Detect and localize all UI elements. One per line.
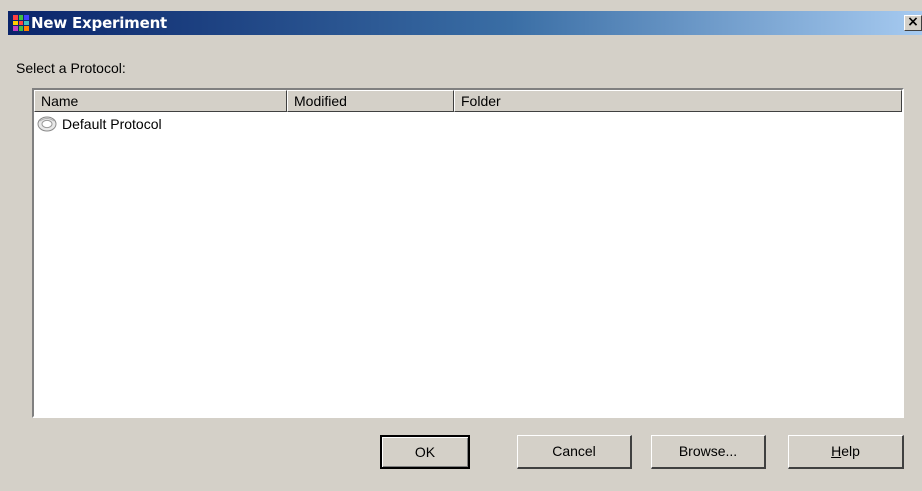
title-icon-cell <box>13 26 18 31</box>
protocol-list[interactable]: Name Modified Folder Default Protocol <box>32 88 904 418</box>
protocol-icon <box>36 115 58 133</box>
title-icon-cell <box>24 26 29 31</box>
ok-button[interactable]: OK <box>380 435 470 469</box>
title-icon-cell <box>18 15 24 20</box>
title-bar[interactable]: New Experiment × <box>8 11 922 35</box>
column-header-modified[interactable]: Modified <box>287 90 454 112</box>
help-button-label: Help <box>831 443 860 459</box>
list-rows: Default Protocol <box>34 114 902 134</box>
title-icon-cell <box>24 15 29 20</box>
title-icon-cell <box>24 20 29 26</box>
protocol-name: Default Protocol <box>62 116 162 132</box>
title-icon-cell <box>13 20 18 26</box>
list-item[interactable]: Default Protocol <box>34 114 902 134</box>
select-protocol-label: Select a Protocol: <box>16 60 126 76</box>
column-header-folder[interactable]: Folder <box>454 90 902 112</box>
title-icon-cell <box>18 20 24 26</box>
window-title: New Experiment <box>31 14 168 32</box>
column-header-name[interactable]: Name <box>34 90 287 112</box>
title-icon-cell <box>18 26 24 31</box>
new-experiment-dialog: New Experiment × Select a Protocol: Name… <box>0 0 922 491</box>
title-icon-cell <box>13 15 18 20</box>
close-button[interactable]: × <box>904 15 922 31</box>
list-header: Name Modified Folder <box>34 90 902 112</box>
browse-button[interactable]: Browse... <box>651 435 766 469</box>
cancel-button[interactable]: Cancel <box>517 435 632 469</box>
help-button[interactable]: Help <box>788 435 904 469</box>
help-rest: elp <box>841 443 860 459</box>
app-grid-icon <box>13 15 29 31</box>
help-mnemonic: H <box>831 443 842 459</box>
